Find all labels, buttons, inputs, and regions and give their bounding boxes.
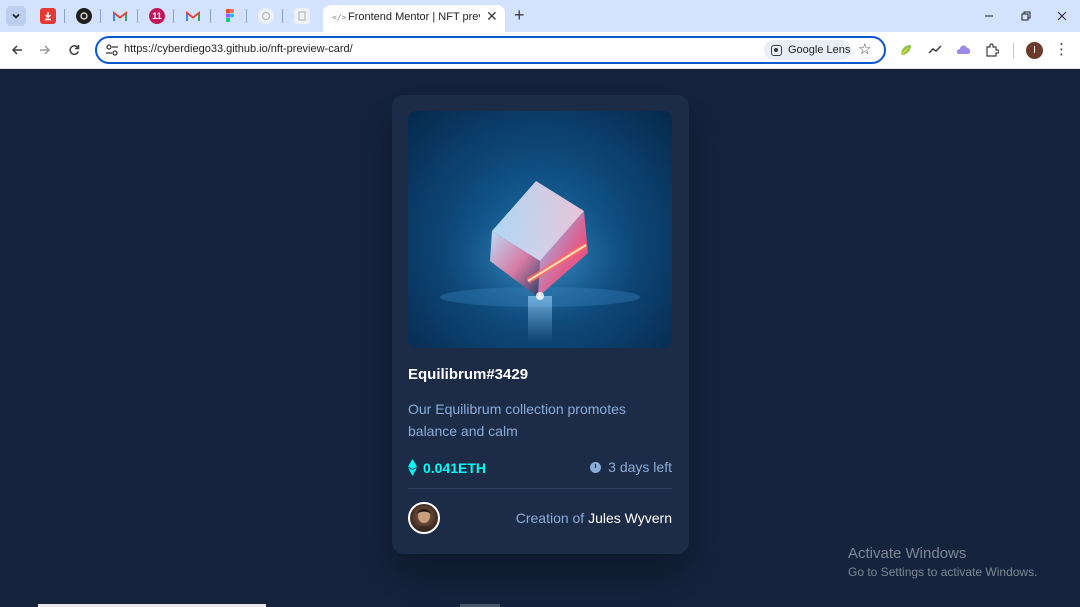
puzzle-icon — [986, 43, 999, 57]
days-left-text: 3 days left — [608, 459, 672, 475]
doc-icon — [298, 11, 306, 21]
cloud-icon — [956, 45, 971, 54]
pinned-tab-doc[interactable] — [294, 8, 310, 24]
restore-icon — [1021, 11, 1031, 21]
watermark-subtitle: Go to Settings to activate Windows. — [848, 565, 1038, 579]
pinned-tab-download[interactable] — [40, 8, 56, 24]
chatgpt-icon — [262, 12, 270, 20]
nft-price: 0.041ETH — [408, 459, 486, 476]
extension-chart-button[interactable] — [926, 41, 944, 59]
card-divider — [408, 488, 672, 489]
activate-windows-watermark: Activate Windows Go to Settings to activ… — [848, 545, 1037, 579]
kebab-menu-icon: ⋮ — [1054, 41, 1069, 58]
back-button[interactable] — [7, 40, 27, 60]
pinned-tab-threads[interactable] — [76, 8, 92, 24]
google-lens-label: Google Lens — [788, 44, 851, 56]
pinned-tab-app[interactable]: 11 — [149, 8, 165, 24]
nft-description: Our Equilibrum collection promotes balan… — [408, 401, 626, 439]
tab-search-button[interactable] — [6, 6, 26, 26]
ethereum-icon — [408, 459, 417, 476]
lens-icon — [771, 44, 782, 56]
leaf-icon — [900, 45, 911, 56]
close-icon — [1057, 11, 1067, 21]
restore-button[interactable] — [1014, 7, 1038, 25]
creation-prefix: Creation of — [515, 510, 585, 526]
clock-icon — [590, 461, 602, 473]
trend-icon — [928, 45, 942, 54]
equilibrium-cube-image — [430, 181, 650, 341]
close-tab-icon[interactable]: ✕ — [486, 8, 498, 25]
download-icon — [45, 12, 51, 21]
tab-active[interactable]: </> Frontend Mentor | NFT preview card c… — [323, 5, 505, 32]
nft-card: Equilibrum#3429 Our Equilibrum collectio… — [392, 95, 689, 554]
url-text[interactable]: https://cyberdiego33.github.io/nft-previ… — [124, 43, 353, 55]
chevron-down-icon — [12, 13, 20, 19]
figma-icon — [226, 9, 234, 22]
pinned-tab-chatgpt[interactable] — [258, 8, 274, 24]
back-arrow-icon — [11, 45, 22, 55]
close-window-button[interactable] — [1050, 7, 1074, 25]
threads-icon — [80, 12, 88, 20]
price-value: 0.041ETH — [423, 459, 487, 476]
extensions-button[interactable] — [983, 41, 1001, 59]
profile-avatar[interactable]: I — [1026, 42, 1043, 59]
browser-toolbar: https://cyberdiego33.github.io/nft-previ… — [0, 32, 1080, 69]
gmail-icon — [186, 10, 200, 21]
creation-credit: Creation of Jules Wyvern — [516, 510, 672, 526]
nft-image[interactable] — [408, 111, 672, 348]
nft-title[interactable]: Equilibrum#3429 — [408, 366, 528, 383]
app-icon: 11 — [152, 11, 162, 21]
tab-strip: 11 </> Frontend Mentor | NFT preview car… — [0, 0, 1080, 32]
profile-initial: I — [1033, 45, 1036, 56]
watermark-title: Activate Windows — [848, 545, 967, 562]
forward-button[interactable] — [35, 40, 55, 60]
new-tab-button[interactable]: + — [514, 5, 525, 25]
time-left: 3 days left — [590, 459, 672, 475]
extension-leaf-button[interactable] — [897, 41, 915, 59]
bookmark-star-icon[interactable]: ☆ — [858, 40, 871, 58]
gmail-icon — [113, 10, 127, 21]
plus-icon: + — [514, 5, 525, 25]
avatar-portrait-icon — [416, 508, 432, 532]
browser-menu-button[interactable]: ⋮ — [1054, 40, 1069, 58]
site-settings-icon[interactable] — [105, 43, 119, 57]
creator-avatar — [408, 502, 440, 534]
pinned-tab-gmail-2[interactable] — [185, 8, 201, 24]
pinned-tab-gmail[interactable] — [112, 8, 128, 24]
forward-arrow-icon — [40, 45, 51, 55]
google-lens-button[interactable]: Google Lens — [764, 40, 851, 60]
reload-button[interactable] — [64, 40, 84, 60]
extension-cloud-button[interactable] — [955, 41, 973, 59]
code-icon: </> — [332, 13, 347, 22]
reload-icon — [69, 45, 80, 56]
pinned-tab-figma[interactable] — [222, 8, 238, 24]
creator-name[interactable]: Jules Wyvern — [588, 510, 672, 526]
active-tab-title: Frontend Mentor | NFT preview card compo… — [348, 11, 480, 23]
address-bar[interactable]: https://cyberdiego33.github.io/nft-previ… — [95, 36, 886, 64]
minimize-button[interactable] — [977, 7, 1001, 25]
minimize-icon — [985, 15, 993, 17]
